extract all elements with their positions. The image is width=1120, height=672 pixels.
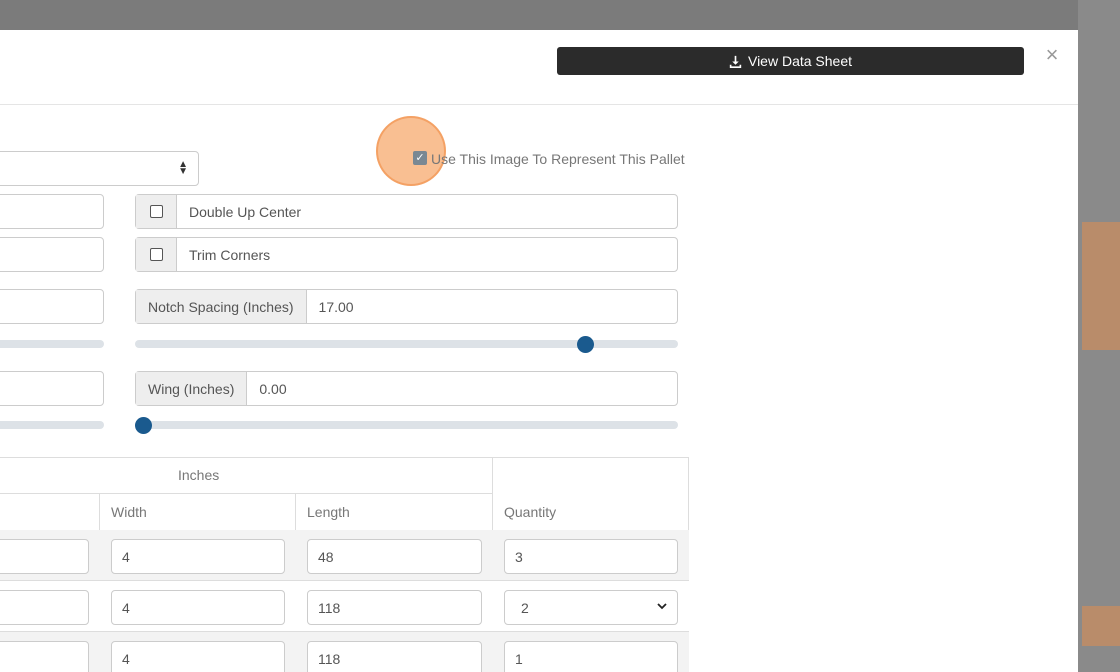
- row-2-quantity-value: 2: [521, 599, 529, 616]
- left-field-input[interactable]: [0, 194, 104, 229]
- row-1-quantity-input[interactable]: 3: [504, 539, 678, 574]
- width-header-text: Width: [111, 504, 147, 520]
- row-1-length-input[interactable]: 48: [307, 539, 482, 574]
- notch-spacing-slider-thumb[interactable]: [576, 335, 594, 353]
- double-up-center-group: Double Up Center: [135, 194, 678, 229]
- left-field-input[interactable]: [0, 289, 104, 324]
- notch-spacing-group: Notch Spacing (Inches) 17.00: [135, 289, 678, 324]
- row-2-first-input[interactable]: [0, 590, 89, 625]
- wing-group: Wing (Inches) 0.00: [135, 371, 678, 406]
- background-highlight-block: [1082, 222, 1120, 350]
- wing-input[interactable]: 0.00: [247, 372, 286, 405]
- row-1-width-input[interactable]: 4: [111, 539, 285, 574]
- wing-label: Wing (Inches): [136, 372, 248, 405]
- width-header-cell: Width: [99, 493, 296, 531]
- column-header-cell: [0, 493, 100, 531]
- quantity-header-text: Quantity: [504, 504, 557, 520]
- check-icon: ✓: [415, 152, 425, 164]
- row-2-quantity-select[interactable]: 2: [504, 590, 678, 625]
- row-3-quantity-input[interactable]: 1: [504, 641, 678, 672]
- row-1-first-input[interactable]: [0, 539, 89, 574]
- wing-slider[interactable]: [135, 416, 678, 434]
- notch-spacing-label: Notch Spacing (Inches): [136, 290, 307, 323]
- length-header-text: Length: [307, 504, 350, 520]
- trim-corners-checkbox-wrap: [136, 238, 177, 271]
- row-2-length-input[interactable]: 118: [307, 590, 482, 625]
- left-slider-track[interactable]: [0, 421, 104, 429]
- quantity-header-cell: Quantity: [492, 457, 689, 531]
- notch-spacing-slider[interactable]: [135, 335, 678, 353]
- inches-group-header: Inches: [0, 457, 493, 494]
- left-slider-track[interactable]: [0, 340, 104, 348]
- modal-header: View Data Sheet ×: [0, 30, 1078, 105]
- row-3-length-input[interactable]: 118: [307, 641, 482, 672]
- download-icon: [729, 55, 742, 68]
- row-3-width-input[interactable]: 4: [111, 641, 285, 672]
- chevron-down-icon: [657, 603, 667, 610]
- trim-corners-label: Trim Corners: [189, 246, 271, 263]
- row-3-first-input[interactable]: [0, 641, 89, 672]
- double-up-center-checkbox[interactable]: [149, 205, 163, 218]
- view-data-sheet-label: View Data Sheet: [747, 53, 853, 69]
- view-data-sheet-button[interactable]: View Data Sheet: [557, 47, 1024, 75]
- board-dimensions-table: Inches Quantity Width Length 4 48 3 4 11…: [0, 457, 689, 672]
- background-highlight-block: [1082, 606, 1120, 646]
- double-up-center-label: Double Up Center: [189, 203, 302, 220]
- trim-corners-checkbox[interactable]: [149, 248, 163, 261]
- pallet-edit-modal: View Data Sheet × ▲ ▼ ✓ Use This Image To…: [0, 30, 1078, 672]
- left-field-input[interactable]: [0, 371, 104, 406]
- use-image-label: Use This Image To Represent This Pallet: [431, 151, 685, 167]
- left-field-input[interactable]: [0, 237, 104, 272]
- sort-arrows-icon: ▲ ▼: [178, 159, 188, 177]
- inches-header-text: Inches: [178, 467, 220, 483]
- close-icon[interactable]: ×: [1042, 44, 1062, 67]
- background-app-header: [0, 0, 1120, 30]
- pallet-type-select[interactable]: ▲ ▼: [0, 151, 199, 186]
- trim-corners-group: Trim Corners: [135, 237, 678, 272]
- notch-spacing-input[interactable]: 17.00: [307, 290, 354, 323]
- length-header-cell: Length: [295, 493, 493, 531]
- double-up-center-checkbox-wrap: [136, 195, 177, 228]
- use-image-checkbox[interactable]: ✓: [413, 151, 427, 165]
- wing-slider-thumb[interactable]: [135, 416, 152, 434]
- row-2-width-input[interactable]: 4: [111, 590, 285, 625]
